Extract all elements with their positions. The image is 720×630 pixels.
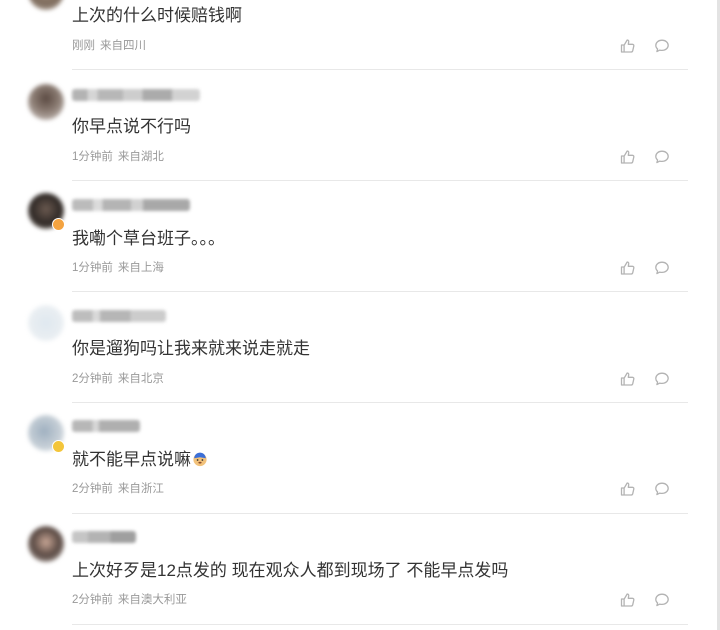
like-button[interactable]: [619, 148, 637, 166]
reply-button[interactable]: [653, 370, 671, 388]
thumbs-up-icon: [620, 39, 635, 53]
comment-meta: 刚刚 来自四川: [72, 38, 146, 54]
username-blurred[interactable]: [72, 89, 200, 101]
thumbs-up-icon: [620, 150, 635, 164]
comment-meta: 1分钟前 来自湖北: [72, 149, 164, 165]
comment-location: 来自四川: [100, 40, 146, 52]
avatar[interactable]: [28, 84, 64, 120]
doge-emoji: [193, 452, 207, 467]
avatar[interactable]: [28, 526, 64, 562]
like-button[interactable]: [619, 480, 637, 498]
divider: [72, 624, 688, 625]
thumbs-up-icon: [620, 482, 635, 496]
comment-location: 来自浙江: [117, 483, 164, 495]
speech-bubble-icon: [655, 39, 669, 53]
comment-location: 来自北京: [117, 373, 164, 385]
comment-text: 就不能早点说嘛: [72, 449, 208, 471]
thumbs-up-icon: [620, 372, 635, 386]
comment-text: 上次好歹是12点发的 现在观众人都到现场了 不能早点发吗: [72, 561, 509, 580]
like-button[interactable]: [619, 37, 637, 55]
speech-bubble-icon: [655, 372, 669, 386]
divider: [72, 69, 688, 70]
speech-bubble-icon: [655, 261, 669, 275]
avatar[interactable]: [28, 0, 64, 10]
reply-button[interactable]: [653, 37, 671, 55]
username-blurred[interactable]: [72, 199, 190, 211]
reply-button[interactable]: [653, 591, 671, 609]
comment-text: 上次的什么时候赔钱啊: [72, 6, 242, 25]
comment-time: 1分钟前: [72, 151, 113, 163]
comment-meta: 2分钟前 来自澳大利亚: [72, 592, 187, 608]
comment-meta: 2分钟前 来自北京: [72, 371, 164, 387]
divider: [72, 513, 688, 514]
verified-badge-icon: [52, 440, 65, 453]
comment-text: 你是遛狗吗让我来就来说走就走: [72, 339, 310, 358]
comment-time: 2分钟前: [72, 483, 113, 495]
thumbs-up-icon: [620, 261, 635, 275]
divider: [72, 180, 688, 181]
like-button[interactable]: [619, 259, 637, 277]
comment-time: 刚刚: [72, 40, 95, 52]
comment-meta: 1分钟前 来自上海: [72, 260, 164, 276]
divider: [72, 291, 688, 292]
username-blurred[interactable]: [72, 531, 136, 543]
comment-location: 来自上海: [117, 262, 164, 274]
comment-meta: 2分钟前 来自浙江: [72, 481, 164, 497]
reply-button[interactable]: [653, 259, 671, 277]
speech-bubble-icon: [655, 150, 669, 164]
comment-time: 2分钟前: [72, 373, 113, 385]
comment-text-content: 就不能早点说嘛: [72, 450, 191, 469]
comment-text: 你早点说不行吗: [72, 117, 191, 136]
comment-time: 2分钟前: [72, 594, 113, 606]
thumbs-up-icon: [620, 593, 635, 607]
like-button[interactable]: [619, 370, 637, 388]
divider: [72, 402, 688, 403]
comment-time: 1分钟前: [72, 262, 113, 274]
verified-badge-icon: [52, 218, 65, 231]
speech-bubble-icon: [655, 593, 669, 607]
comment-text: 我嘞个草台班子。。。: [72, 229, 225, 248]
avatar[interactable]: [28, 305, 64, 341]
comment-location: 来自澳大利亚: [117, 594, 187, 606]
reply-button[interactable]: [653, 480, 671, 498]
username-blurred[interactable]: [72, 420, 140, 432]
comment-location: 来自湖北: [117, 151, 164, 163]
reply-button[interactable]: [653, 148, 671, 166]
like-button[interactable]: [619, 591, 637, 609]
speech-bubble-icon: [655, 482, 669, 496]
username-blurred[interactable]: [72, 310, 166, 322]
